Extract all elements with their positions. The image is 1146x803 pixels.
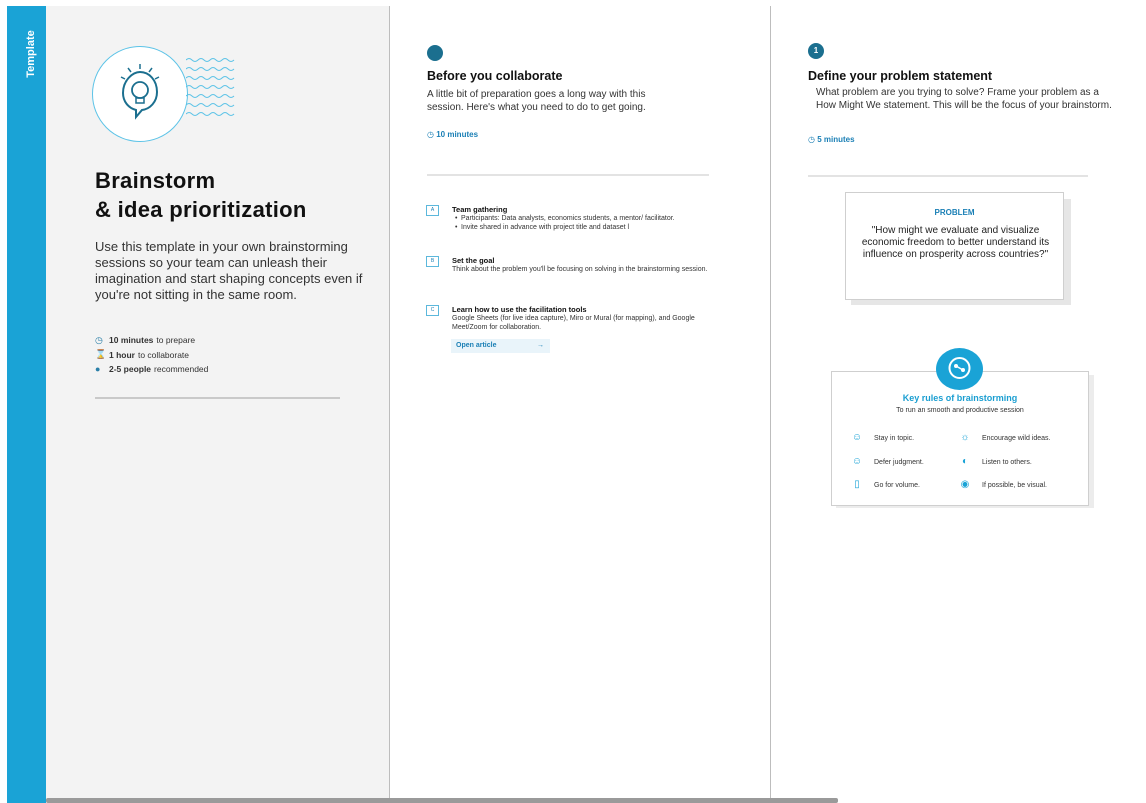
open-article-label: Open article (456, 342, 497, 349)
rules-title: Key rules of brainstorming (902, 393, 1018, 403)
column-divider (770, 6, 771, 803)
define-description: What problem are you trying to solve? Fr… (816, 87, 1112, 111)
wave-decoration-icon (186, 58, 235, 116)
step-marker: A (426, 205, 439, 216)
title-line-1: Brainstorm (95, 168, 216, 193)
before-description: A little bit of preparation goes a long … (427, 89, 646, 113)
bullet-item: Invite shared in advance with project ti… (452, 224, 712, 233)
before-title: Before you collaborate (427, 69, 563, 83)
meta-bold: 10 minutes (109, 335, 154, 346)
clock-icon: ◷ (427, 130, 434, 139)
before-time: ◷ 10 minutes (427, 130, 478, 139)
define-divider (808, 175, 1088, 177)
rule-item: ◐ Listen to others. (956, 455, 1032, 469)
step-title: Team gathering (452, 205, 508, 214)
column-divider (389, 6, 390, 803)
step-marker: B (426, 256, 439, 267)
meta-collaborate: ⌛ 1 hour to collaborate (95, 348, 208, 363)
page-title: Brainstorm & idea prioritization (95, 166, 307, 224)
problem-label: PROBLEM (934, 208, 975, 217)
before-time-text: 10 minutes (436, 130, 479, 139)
step-body: Think about the problem you'll be focusi… (452, 266, 708, 273)
problem-statement: "How might we evaluate and visualize eco… (861, 225, 1050, 261)
template-sidebar-strip: Template (7, 6, 46, 803)
define-step-number: 1 (808, 43, 824, 59)
rule-label: Encourage wild ideas. (982, 434, 1051, 442)
intro-divider (95, 397, 340, 399)
meta-prepare: ◷ 10 minutes to prepare (95, 333, 208, 348)
meta-bold: 1 hour (109, 349, 135, 360)
clock-icon: ◷ (95, 334, 103, 345)
ear-icon: ◐ (961, 456, 969, 467)
template-label: Template (25, 30, 37, 78)
define-time-text: 5 minutes (817, 135, 855, 144)
eye-icon: ◉ (960, 479, 970, 490)
meta-text: recommended (154, 364, 209, 375)
step-title: Learn how to use the facilitation tools (452, 305, 587, 314)
rule-item: ▯ Go for volume. (848, 478, 920, 492)
rules-card[interactable]: Key rules of brainstorming To run an smo… (831, 371, 1089, 506)
hourglass-icon: ⌛ (95, 349, 107, 360)
meta-people: ● 2-5 people recommended (95, 362, 208, 377)
meta-text: to collaborate (137, 349, 190, 360)
bullet-item: Participants: Data analysts, economics s… (452, 215, 712, 224)
define-time: ◷ 5 minutes (808, 135, 855, 144)
brain-icon (936, 348, 983, 390)
rule-label: Defer judgment. (874, 458, 924, 466)
before-divider (427, 174, 709, 176)
rule-item: ◉ If possible, be visual. (956, 478, 1047, 492)
clock-icon: ◷ (808, 135, 815, 144)
arrow-right-icon: → (537, 342, 544, 349)
face-icon: ☺ (851, 456, 863, 467)
rule-item: ☼ Encourage wild ideas. (956, 431, 1051, 445)
lightbulb-icon: ☼ (960, 432, 970, 443)
rule-item: ☺ Stay in topic. (848, 431, 914, 445)
step-body: Google Sheets (for live idea capture), M… (452, 315, 695, 331)
step-title: Set the goal (452, 256, 495, 265)
rule-label: If possible, be visual. (982, 481, 1047, 489)
intro-panel: Brainstorm & idea prioritization Use thi… (46, 6, 389, 803)
rules-subtitle: To run an smooth and productive session (896, 407, 1024, 414)
define-title: Define your problem statement (808, 69, 993, 83)
problem-card[interactable]: PROBLEM "How might we evaluate and visua… (845, 192, 1064, 300)
meta-bold: 2-5 people (109, 364, 152, 375)
rule-label: Go for volume. (874, 481, 920, 489)
rule-label: Listen to others. (982, 458, 1032, 466)
step-marker: C (426, 305, 439, 316)
meta-text: to prepare (156, 335, 196, 346)
title-line-2: & idea prioritization (95, 197, 307, 222)
stack-icon: ▯ (854, 479, 860, 490)
rule-item: ☺ Defer judgment. (848, 455, 924, 469)
before-step-dot (427, 45, 443, 61)
template-tag: Template (15, 28, 41, 88)
open-article-button[interactable]: Open article → (451, 339, 550, 353)
face-icon: ☺ (851, 432, 863, 443)
lightbulb-logo-icon (92, 46, 188, 142)
step-body: Participants: Data analysts, economics s… (452, 215, 712, 232)
horizontal-scrollbar[interactable] (46, 798, 838, 803)
rule-label: Stay in topic. (874, 434, 915, 442)
meta-list: ◷ 10 minutes to prepare ⌛ 1 hour to coll… (95, 333, 208, 377)
person-icon: ● (95, 364, 101, 375)
intro-description: Use this template in your own brainstorm… (95, 239, 363, 302)
